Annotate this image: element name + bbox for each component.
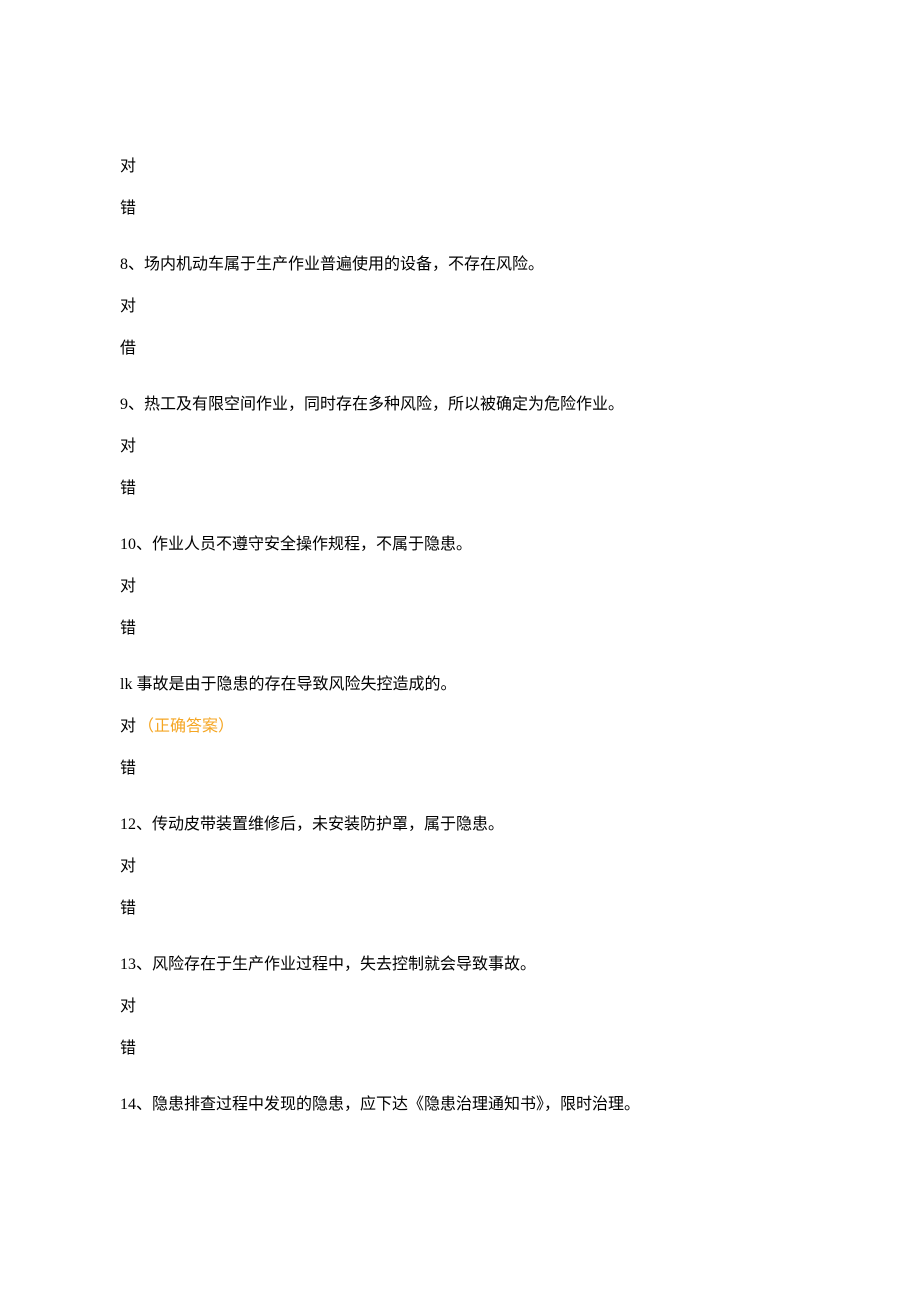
option-false: 错 [120, 1037, 800, 1061]
question-block-8: 8、场内机动车属于生产作业普遍使用的设备，不存在风险。 对 借 [120, 253, 800, 361]
question-text: 10、作业人员不遵守安全操作规程，不属于隐患。 [120, 533, 800, 557]
option-false: 借 [120, 337, 800, 361]
question-text: 13、风险存在于生产作业过程中，失去控制就会导致事故。 [120, 953, 800, 977]
option-true: 对 [120, 855, 800, 879]
correct-answer-label: （正确答案） [138, 715, 234, 739]
question-block-lk: lk 事故是由于隐患的存在导致风险失控造成的。 对 （正确答案） 错 [120, 673, 800, 781]
option-true: 对 [120, 575, 800, 599]
option-false: 错 [120, 617, 800, 641]
question-block-10: 10、作业人员不遵守安全操作规程，不属于隐患。 对 错 [120, 533, 800, 641]
option-true: 对 [120, 435, 800, 459]
option-false: 错 [120, 757, 800, 781]
option-false: 错 [120, 477, 800, 501]
question-text: lk 事故是由于隐患的存在导致风险失控造成的。 [120, 673, 800, 697]
option-true: 对 [120, 995, 800, 1019]
question-block-top: 对 错 [120, 155, 800, 221]
option-true: 对 [120, 295, 800, 319]
option-true: 对 [120, 155, 800, 179]
option-true-row: 对 （正确答案） [120, 715, 800, 739]
question-block-12: 12、传动皮带装置维修后，未安装防护罩，属于隐患。 对 错 [120, 813, 800, 921]
question-block-13: 13、风险存在于生产作业过程中，失去控制就会导致事故。 对 错 [120, 953, 800, 1061]
question-text: 14、隐患排查过程中发现的隐患，应下达《隐患治理通知书》，限时治理。 [120, 1093, 800, 1117]
question-block-9: 9、热工及有限空间作业，同时存在多种风险，所以被确定为危险作业。 对 错 [120, 393, 800, 501]
option-false: 错 [120, 897, 800, 921]
question-text: 12、传动皮带装置维修后，未安装防护罩，属于隐患。 [120, 813, 800, 837]
question-text: 9、热工及有限空间作业，同时存在多种风险，所以被确定为危险作业。 [120, 393, 800, 417]
option-true: 对 [120, 715, 136, 739]
question-text: 8、场内机动车属于生产作业普遍使用的设备，不存在风险。 [120, 253, 800, 277]
option-false: 错 [120, 197, 800, 221]
question-block-14: 14、隐患排查过程中发现的隐患，应下达《隐患治理通知书》，限时治理。 [120, 1093, 800, 1117]
